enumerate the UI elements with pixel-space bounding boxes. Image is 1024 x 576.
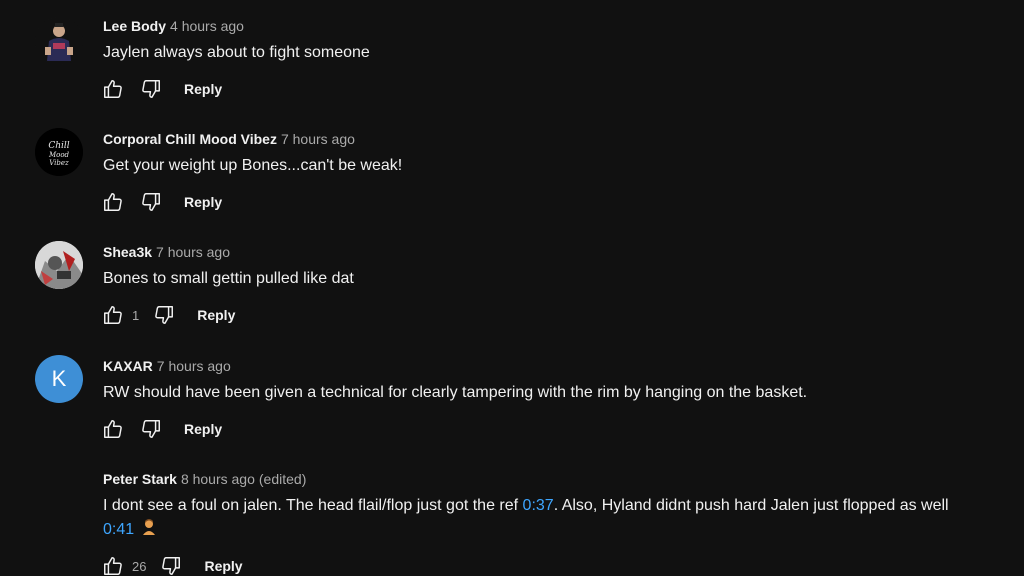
like-count: 1 — [132, 307, 140, 323]
svg-text:Chill: Chill — [48, 141, 69, 151]
reply-button[interactable]: Reply — [184, 81, 222, 97]
comment-text-part: . Also, Hyland didnt push hard Jalen jus… — [553, 497, 949, 514]
thumb-down-icon[interactable] — [138, 77, 164, 101]
comment-actions: Reply — [100, 417, 222, 441]
comment-actions: 26 Reply — [100, 554, 243, 576]
comment-time[interactable]: 7 hours ago — [156, 244, 230, 260]
comment-text: Bones to small gettin pulled like dat — [103, 270, 354, 287]
like-count: 26 — [132, 558, 147, 574]
thumb-down-icon[interactable] — [158, 554, 184, 576]
reply-button[interactable]: Reply — [184, 194, 222, 210]
avatar-letter: K — [51, 366, 67, 391]
timestamp-link[interactable]: 0:41 — [103, 521, 134, 538]
comment-time[interactable]: 7 hours ago — [157, 358, 231, 374]
thumb-down-icon[interactable] — [138, 190, 164, 214]
comment-actions: 1 Reply — [100, 303, 235, 327]
comment-actions: Reply — [100, 77, 222, 101]
timestamp-link[interactable]: 0:37 — [523, 497, 554, 514]
thumb-up-icon[interactable] — [100, 554, 126, 576]
author-name[interactable]: KAXAR — [103, 358, 153, 374]
comment-text: I dont see a foul on jalen. The head fla… — [103, 494, 1008, 544]
avatar[interactable]: Chill Mood Vibez — [35, 128, 83, 176]
thumb-up-icon[interactable] — [100, 77, 126, 101]
svg-text:Vibez: Vibez — [49, 159, 69, 167]
comment-text: Get your weight up Bones...can't be weak… — [103, 157, 403, 174]
reply-button[interactable]: Reply — [197, 307, 235, 323]
comment-time[interactable]: 8 hours ago — [181, 471, 255, 487]
author-name[interactable]: Corporal Chill Mood Vibez — [103, 131, 277, 147]
comment-text: Jaylen always about to fight someone — [103, 44, 370, 61]
comment-actions: Reply — [100, 190, 222, 214]
comment-text: RW should have been given a technical fo… — [103, 384, 808, 401]
reply-button[interactable]: Reply — [204, 558, 242, 574]
author-name[interactable]: Peter Stark — [103, 471, 177, 487]
author-name[interactable]: Shea3k — [103, 244, 152, 260]
comments-section: Lee Body 4 hours ago Jaylen always about … — [0, 0, 1024, 576]
comment-text-part: I dont see a foul on jalen. The head fla… — [103, 497, 523, 514]
thumb-up-icon[interactable] — [100, 190, 126, 214]
avatar[interactable]: K — [35, 355, 83, 403]
edited-label: (edited) — [258, 471, 307, 487]
comment-header: Shea3k 7 hours ago — [103, 243, 230, 261]
avatar[interactable] — [35, 17, 83, 65]
comment-header: KAXAR 7 hours ago — [103, 357, 231, 375]
avatar[interactable] — [35, 241, 83, 289]
comment-time[interactable]: 4 hours ago — [170, 18, 244, 34]
svg-text:Mood: Mood — [48, 151, 70, 159]
person-emoji-icon — [140, 518, 158, 544]
author-name[interactable]: Lee Body — [103, 18, 166, 34]
comment-header: Peter Stark 8 hours ago (edited) — [103, 470, 306, 488]
comment-header: Corporal Chill Mood Vibez 7 hours ago — [103, 130, 355, 148]
comment-time[interactable]: 7 hours ago — [281, 131, 355, 147]
thumb-down-icon[interactable] — [151, 303, 177, 327]
comment-header: Lee Body 4 hours ago — [103, 17, 244, 35]
thumb-up-icon[interactable] — [100, 303, 126, 327]
thumb-up-icon[interactable] — [100, 417, 126, 441]
reply-button[interactable]: Reply — [184, 421, 222, 437]
thumb-down-icon[interactable] — [138, 417, 164, 441]
